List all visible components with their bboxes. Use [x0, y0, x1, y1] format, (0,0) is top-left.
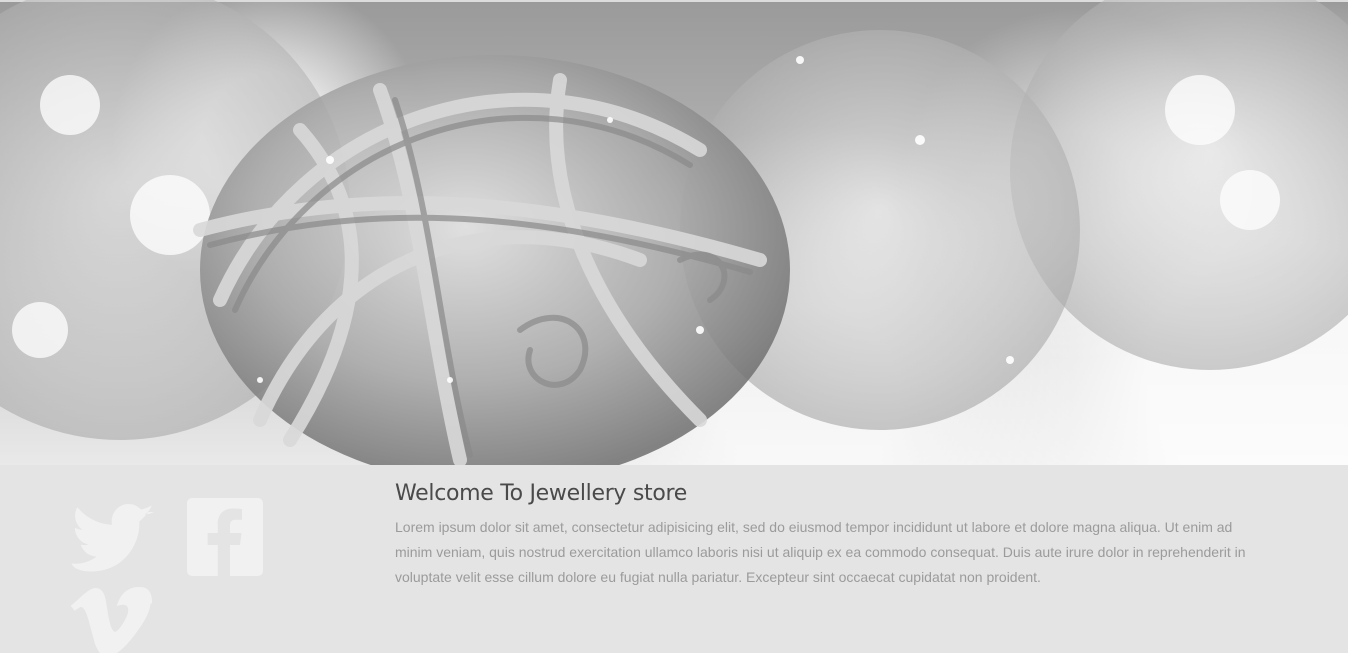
twitter-icon[interactable]	[66, 502, 156, 574]
ornament-illustration	[0, 0, 1348, 465]
vimeo-icon[interactable]	[70, 587, 152, 653]
welcome-description: Lorem ipsum dolor sit amet, consectetur …	[395, 519, 1246, 585]
welcome-section: Welcome To Jewellery store Lorem ipsum d…	[0, 465, 1348, 653]
welcome-title: Welcome To Jewellery store	[395, 481, 687, 506]
page: Welcome To Jewellery store Lorem ipsum d…	[0, 0, 1348, 653]
hero-banner-image	[0, 0, 1348, 465]
facebook-icon[interactable]	[186, 497, 264, 577]
